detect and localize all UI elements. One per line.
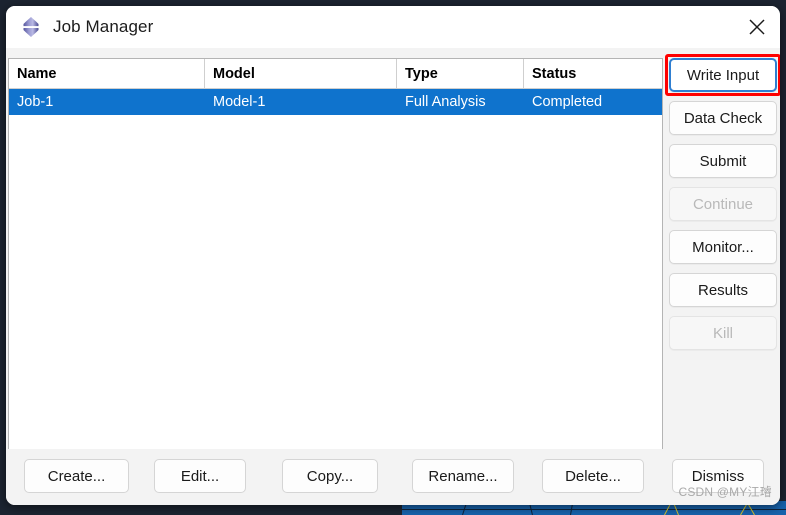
- column-header-name[interactable]: Name: [9, 59, 205, 88]
- copy-button[interactable]: Copy...: [282, 459, 378, 493]
- column-header-status[interactable]: Status: [524, 59, 662, 88]
- job-action-submit-button[interactable]: Submit: [669, 144, 777, 178]
- job-action-write-input-button[interactable]: Write Input: [669, 58, 777, 92]
- csdn-watermark: CSDN @MY江璿: [678, 485, 772, 499]
- table-header-row: Name Model Type Status: [9, 59, 662, 89]
- edit-button[interactable]: Edit...: [154, 459, 246, 493]
- job-action-buttons: Write Input Data Check Submit Continue Monit…: [669, 58, 777, 350]
- dialog-title: Job Manager: [53, 17, 154, 36]
- delete-button[interactable]: Delete...: [542, 459, 644, 493]
- table-cell-type: Full Analysis: [405, 94, 486, 110]
- dialog-titlebar: Job Manager: [6, 6, 780, 48]
- table-cell-model: Model-1: [213, 94, 266, 110]
- job-action-results-button[interactable]: Results: [669, 273, 777, 307]
- jobs-table[interactable]: Name Model Type Status Job-1 Model-1 Full …: [8, 58, 663, 450]
- create-button[interactable]: Create...: [24, 459, 129, 493]
- abaqus-hexagon-icon: [18, 14, 44, 40]
- job-action-continue-button: Continue: [669, 187, 777, 221]
- column-header-model[interactable]: Model: [205, 59, 397, 88]
- job-manager-dialog: Job Manager Name Model Type Status Job-1…: [6, 6, 780, 505]
- dialog-body: Name Model Type Status Job-1 Model-1 Full …: [6, 48, 780, 450]
- dialog-bottom-bar: Create... Edit... Copy... Rename... Delete..…: [6, 449, 780, 505]
- job-action-kill-button: Kill: [669, 316, 777, 350]
- column-header-type[interactable]: Type: [397, 59, 524, 88]
- table-row[interactable]: Job-1 Model-1 Full Analysis Completed: [9, 89, 662, 115]
- job-action-data-check-button[interactable]: Data Check: [669, 101, 777, 135]
- table-cell-status: Completed: [532, 94, 603, 110]
- table-cell-name: Job-1: [17, 94, 54, 110]
- job-action-monitor-button[interactable]: Monitor...: [669, 230, 777, 264]
- close-icon[interactable]: [734, 6, 780, 48]
- table-body: Job-1 Model-1 Full Analysis Completed: [9, 89, 662, 115]
- rename-button[interactable]: Rename...: [412, 459, 514, 493]
